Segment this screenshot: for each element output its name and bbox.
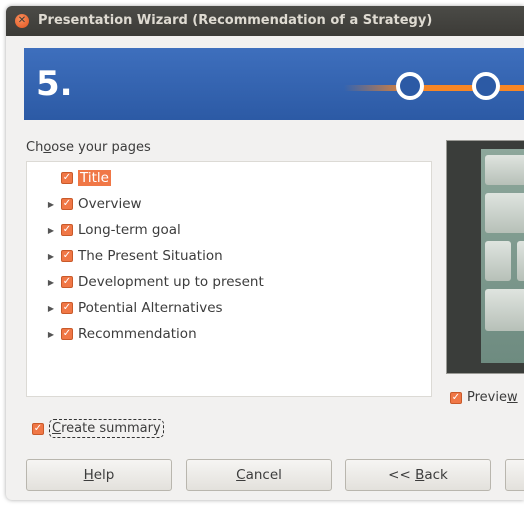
- checkbox-recommendation[interactable]: ✓: [61, 328, 73, 340]
- create-summary-checkbox[interactable]: ✓: [32, 422, 44, 435]
- pages-tree[interactable]: ▶ ✓ Title ▶ ✓ Overview ▶ ✓ Long-term goa…: [26, 161, 432, 397]
- tree-item-recommendation[interactable]: ▶ ✓ Recommendation: [27, 324, 197, 344]
- tree-item-potential-alternatives[interactable]: ▶ ✓ Potential Alternatives: [27, 298, 223, 318]
- next-button[interactable]: [505, 459, 524, 491]
- tree-item-label: The Present Situation: [78, 248, 223, 264]
- tree-item-overview[interactable]: ▶ ✓ Overview: [27, 194, 142, 214]
- tree-item-long-term-goal[interactable]: ▶ ✓ Long-term goal: [27, 220, 181, 240]
- preview-label: Preview: [467, 390, 518, 405]
- pages-label: Choose your pages: [26, 140, 151, 155]
- expander-icon[interactable]: ▶: [45, 252, 57, 261]
- create-summary-label: Create summary: [49, 419, 164, 438]
- keyboard-key-icon: [485, 241, 511, 281]
- tree-item-title[interactable]: ▶ ✓ Title: [27, 168, 111, 188]
- keyboard-key-icon: [485, 193, 524, 233]
- tree-item-present-situation[interactable]: ▶ ✓ The Present Situation: [27, 246, 223, 266]
- tree-item-label: Overview: [78, 196, 142, 212]
- checkbox-overview[interactable]: ✓: [61, 198, 73, 210]
- back-button[interactable]: << Back: [345, 459, 491, 491]
- tree-item-label: Long-term goal: [78, 222, 181, 238]
- titlebar: ✕ Presentation Wizard (Recommendation of…: [6, 6, 524, 36]
- help-button[interactable]: Help: [26, 459, 172, 491]
- wizard-window: ✕ Presentation Wizard (Recommendation of…: [6, 6, 524, 500]
- close-icon[interactable]: ✕: [15, 14, 29, 28]
- create-summary-row[interactable]: ✓ Create summary: [32, 419, 164, 438]
- preview-frame: [446, 140, 524, 374]
- tree-item-label: Recommendation: [78, 326, 197, 342]
- expander-icon[interactable]: ▶: [45, 304, 57, 313]
- expander-icon[interactable]: ▶: [45, 226, 57, 235]
- checkbox-title[interactable]: ✓: [61, 172, 73, 184]
- checkbox-development[interactable]: ✓: [61, 276, 73, 288]
- tree-item-label: Development up to present: [78, 274, 264, 290]
- checkbox-long-term-goal[interactable]: ✓: [61, 224, 73, 236]
- step-number: 5.: [36, 64, 73, 104]
- checkbox-present-situation[interactable]: ✓: [61, 250, 73, 262]
- step-banner: 5.: [24, 48, 524, 120]
- tree-item-label: Title: [78, 170, 111, 186]
- expander-icon[interactable]: ▶: [45, 278, 57, 287]
- expander-icon[interactable]: ▶: [45, 330, 57, 339]
- progress-step-icon: [472, 72, 500, 100]
- progress-step-icon: [396, 72, 424, 100]
- keyboard-key-icon: [485, 289, 524, 331]
- tree-item-label: Potential Alternatives: [78, 300, 223, 316]
- preview-image: [481, 149, 524, 363]
- cancel-button[interactable]: Cancel: [186, 459, 332, 491]
- window-title: Presentation Wizard (Recommendation of a…: [38, 13, 433, 28]
- keyboard-key-icon: [517, 241, 524, 281]
- preview-checkbox-row[interactable]: ✓ Preview: [450, 390, 518, 405]
- tree-item-development[interactable]: ▶ ✓ Development up to present: [27, 272, 264, 292]
- preview-checkbox[interactable]: ✓: [450, 391, 462, 404]
- checkbox-potential-alternatives[interactable]: ✓: [61, 302, 73, 314]
- expander-icon[interactable]: ▶: [45, 200, 57, 209]
- keyboard-key-icon: [485, 155, 524, 185]
